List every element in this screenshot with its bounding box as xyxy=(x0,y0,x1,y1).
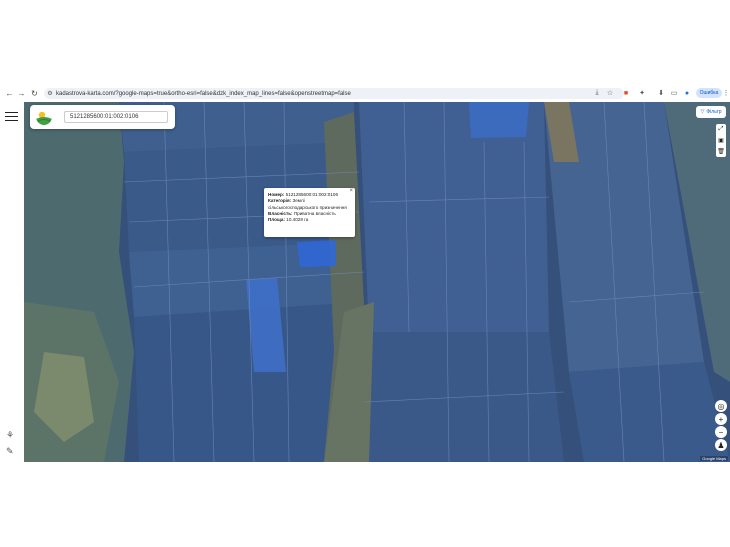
locate-icon[interactable]: ◎ xyxy=(715,400,727,412)
feedback-icon[interactable]: ✎ xyxy=(6,446,14,457)
filter-icon: ▽ xyxy=(700,109,705,115)
star-icon[interactable]: ☆ xyxy=(605,88,615,98)
profile-button[interactable]: Ошибка xyxy=(696,88,722,98)
measure-line-icon[interactable]: ⤢ xyxy=(716,124,726,135)
filter-label: Фільтр xyxy=(706,109,722,115)
ownership-label: Власність: xyxy=(268,210,293,216)
parcel-info-popup: × Номер: 5121285600:01:002:0106 Категорі… xyxy=(264,188,355,237)
site-logo[interactable] xyxy=(36,109,52,125)
number-label: Номер: xyxy=(268,192,285,197)
sitemap-icon[interactable]: ⚘ xyxy=(6,430,14,441)
satellite-map-layer xyxy=(24,102,730,462)
trash-icon[interactable]: 🗑 xyxy=(716,146,726,157)
map-tools: ⤢ ▣ 🗑 xyxy=(716,124,726,157)
cadastral-search-input[interactable]: 5121285600:01:002:0106 xyxy=(64,111,168,123)
address-bar[interactable]: ⚙ kadastrova-karta.com/?google-maps=true… xyxy=(44,88,624,99)
category-label: Категорія: xyxy=(268,198,292,204)
extension-icon[interactable]: ■ xyxy=(621,88,631,98)
download-icon[interactable]: ⬇ xyxy=(656,88,666,98)
reload-icon[interactable]: ↻ xyxy=(28,87,41,100)
popup-category-row: Категорія: Землі сільськогосподарського … xyxy=(268,198,351,211)
left-sidebar xyxy=(0,102,24,462)
popup-area-row: Площа: 10.4028 га xyxy=(268,217,351,223)
area-label: Площа: xyxy=(268,217,285,223)
puzzle-icon[interactable]: ✦ xyxy=(637,88,647,98)
search-panel: 5121285600:01:002:0106 xyxy=(30,105,175,129)
install-icon[interactable]: ⤓ xyxy=(592,88,602,98)
number-value: 5121285600:01:002:0106 xyxy=(285,192,339,197)
menu-dots-icon[interactable]: ⋮ xyxy=(721,88,730,98)
close-icon[interactable]: × xyxy=(349,188,353,194)
measure-area-icon[interactable]: ▣ xyxy=(716,135,726,146)
zoom-out-button[interactable]: − xyxy=(715,426,727,438)
forward-icon[interactable]: → xyxy=(15,87,28,100)
hamburger-menu-icon[interactable] xyxy=(5,112,18,122)
sidepanel-icon[interactable]: ▭ xyxy=(669,88,679,98)
url-text: kadastrova-karta.com/?google-maps=true&o… xyxy=(56,90,351,97)
map-attribution: Google Maps xyxy=(700,456,728,461)
area-value: 10.4028 га xyxy=(286,217,309,223)
account-icon[interactable]: ● xyxy=(682,88,692,98)
ownership-value: Приватна власність xyxy=(293,210,336,216)
filter-button[interactable]: ▽ Фільтр xyxy=(696,106,726,118)
cadastral-map[interactable]: 5121285600:01:002:0106 ▽ Фільтр ⤢ ▣ 🗑 ◎ … xyxy=(24,102,730,462)
zoom-controls: ◎ + − ♟ xyxy=(715,400,727,452)
street-view-icon[interactable]: ♟ xyxy=(715,439,727,451)
zoom-in-button[interactable]: + xyxy=(715,413,727,425)
tune-icon[interactable]: ⚙ xyxy=(44,90,56,97)
